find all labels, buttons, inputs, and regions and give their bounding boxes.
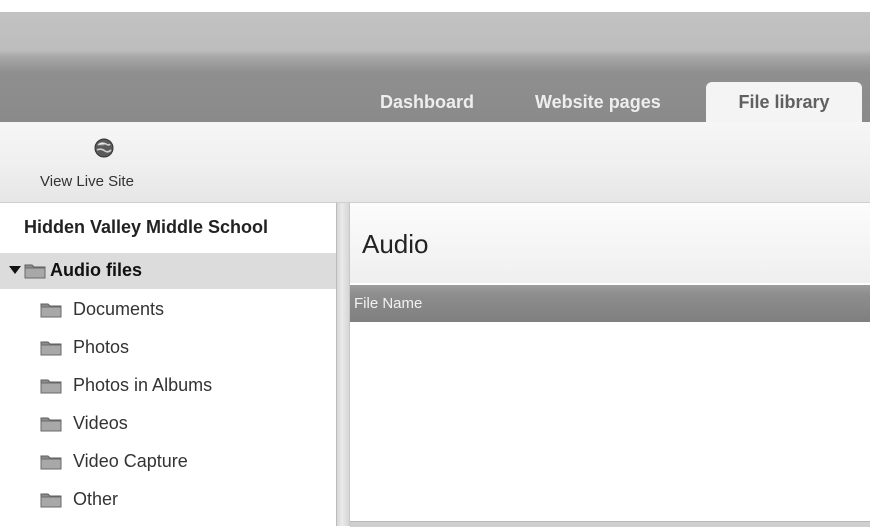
folder-documents[interactable]: Documents	[0, 292, 336, 328]
pane-splitter[interactable]	[336, 203, 350, 526]
tab-dashboard[interactable]: Dashboard	[380, 82, 474, 122]
folder-sidebar: Hidden Valley Middle School Audio files …	[0, 203, 336, 526]
folder-icon	[40, 417, 62, 432]
folder-audio-files[interactable]: Audio files	[0, 253, 336, 289]
folder-label: Photos in Albums	[73, 375, 213, 395]
folder-icon	[24, 264, 46, 279]
file-table-body	[350, 322, 870, 520]
folder-photos-in-albums[interactable]: Photos in Albums	[0, 368, 336, 404]
top-margin	[0, 0, 870, 12]
view-live-site-button[interactable]: View Live Site	[40, 136, 164, 196]
folder-label: Documents	[73, 299, 165, 319]
folder-photos[interactable]: Photos	[0, 330, 336, 366]
site-name: Hidden Valley Middle School	[24, 217, 269, 237]
page-title: Audio	[362, 229, 429, 259]
view-live-site-label: View Live Site	[40, 173, 134, 190]
main-header: Audio	[350, 203, 870, 283]
main-tabs: Dashboard Website pages File library	[0, 82, 870, 122]
globe-icon	[94, 138, 114, 158]
file-table-footer	[350, 521, 870, 527]
column-header-file-name[interactable]: File Name	[354, 295, 422, 312]
file-table-header: File Name	[350, 285, 870, 322]
folder-icon	[40, 493, 62, 508]
expand-arrow-icon[interactable]	[9, 266, 21, 274]
folder-icon	[40, 303, 62, 318]
folder-other[interactable]: Other	[0, 482, 336, 518]
tab-file-library[interactable]: File library	[706, 82, 862, 122]
main-panel: Audio File Name	[350, 203, 870, 527]
folder-label: Video Capture	[73, 451, 188, 471]
folder-icon	[40, 455, 62, 470]
toolbar: View Live Site	[0, 122, 870, 203]
folder-label: Videos	[73, 413, 128, 433]
folder-label: Audio files	[50, 260, 143, 280]
folder-icon	[40, 379, 62, 394]
folder-video-capture[interactable]: Video Capture	[0, 444, 336, 480]
folder-icon	[40, 341, 62, 356]
folder-videos[interactable]: Videos	[0, 406, 336, 442]
folder-label: Photos	[73, 337, 130, 357]
folder-label: Other	[73, 489, 119, 509]
tab-website-pages[interactable]: Website pages	[535, 82, 661, 122]
